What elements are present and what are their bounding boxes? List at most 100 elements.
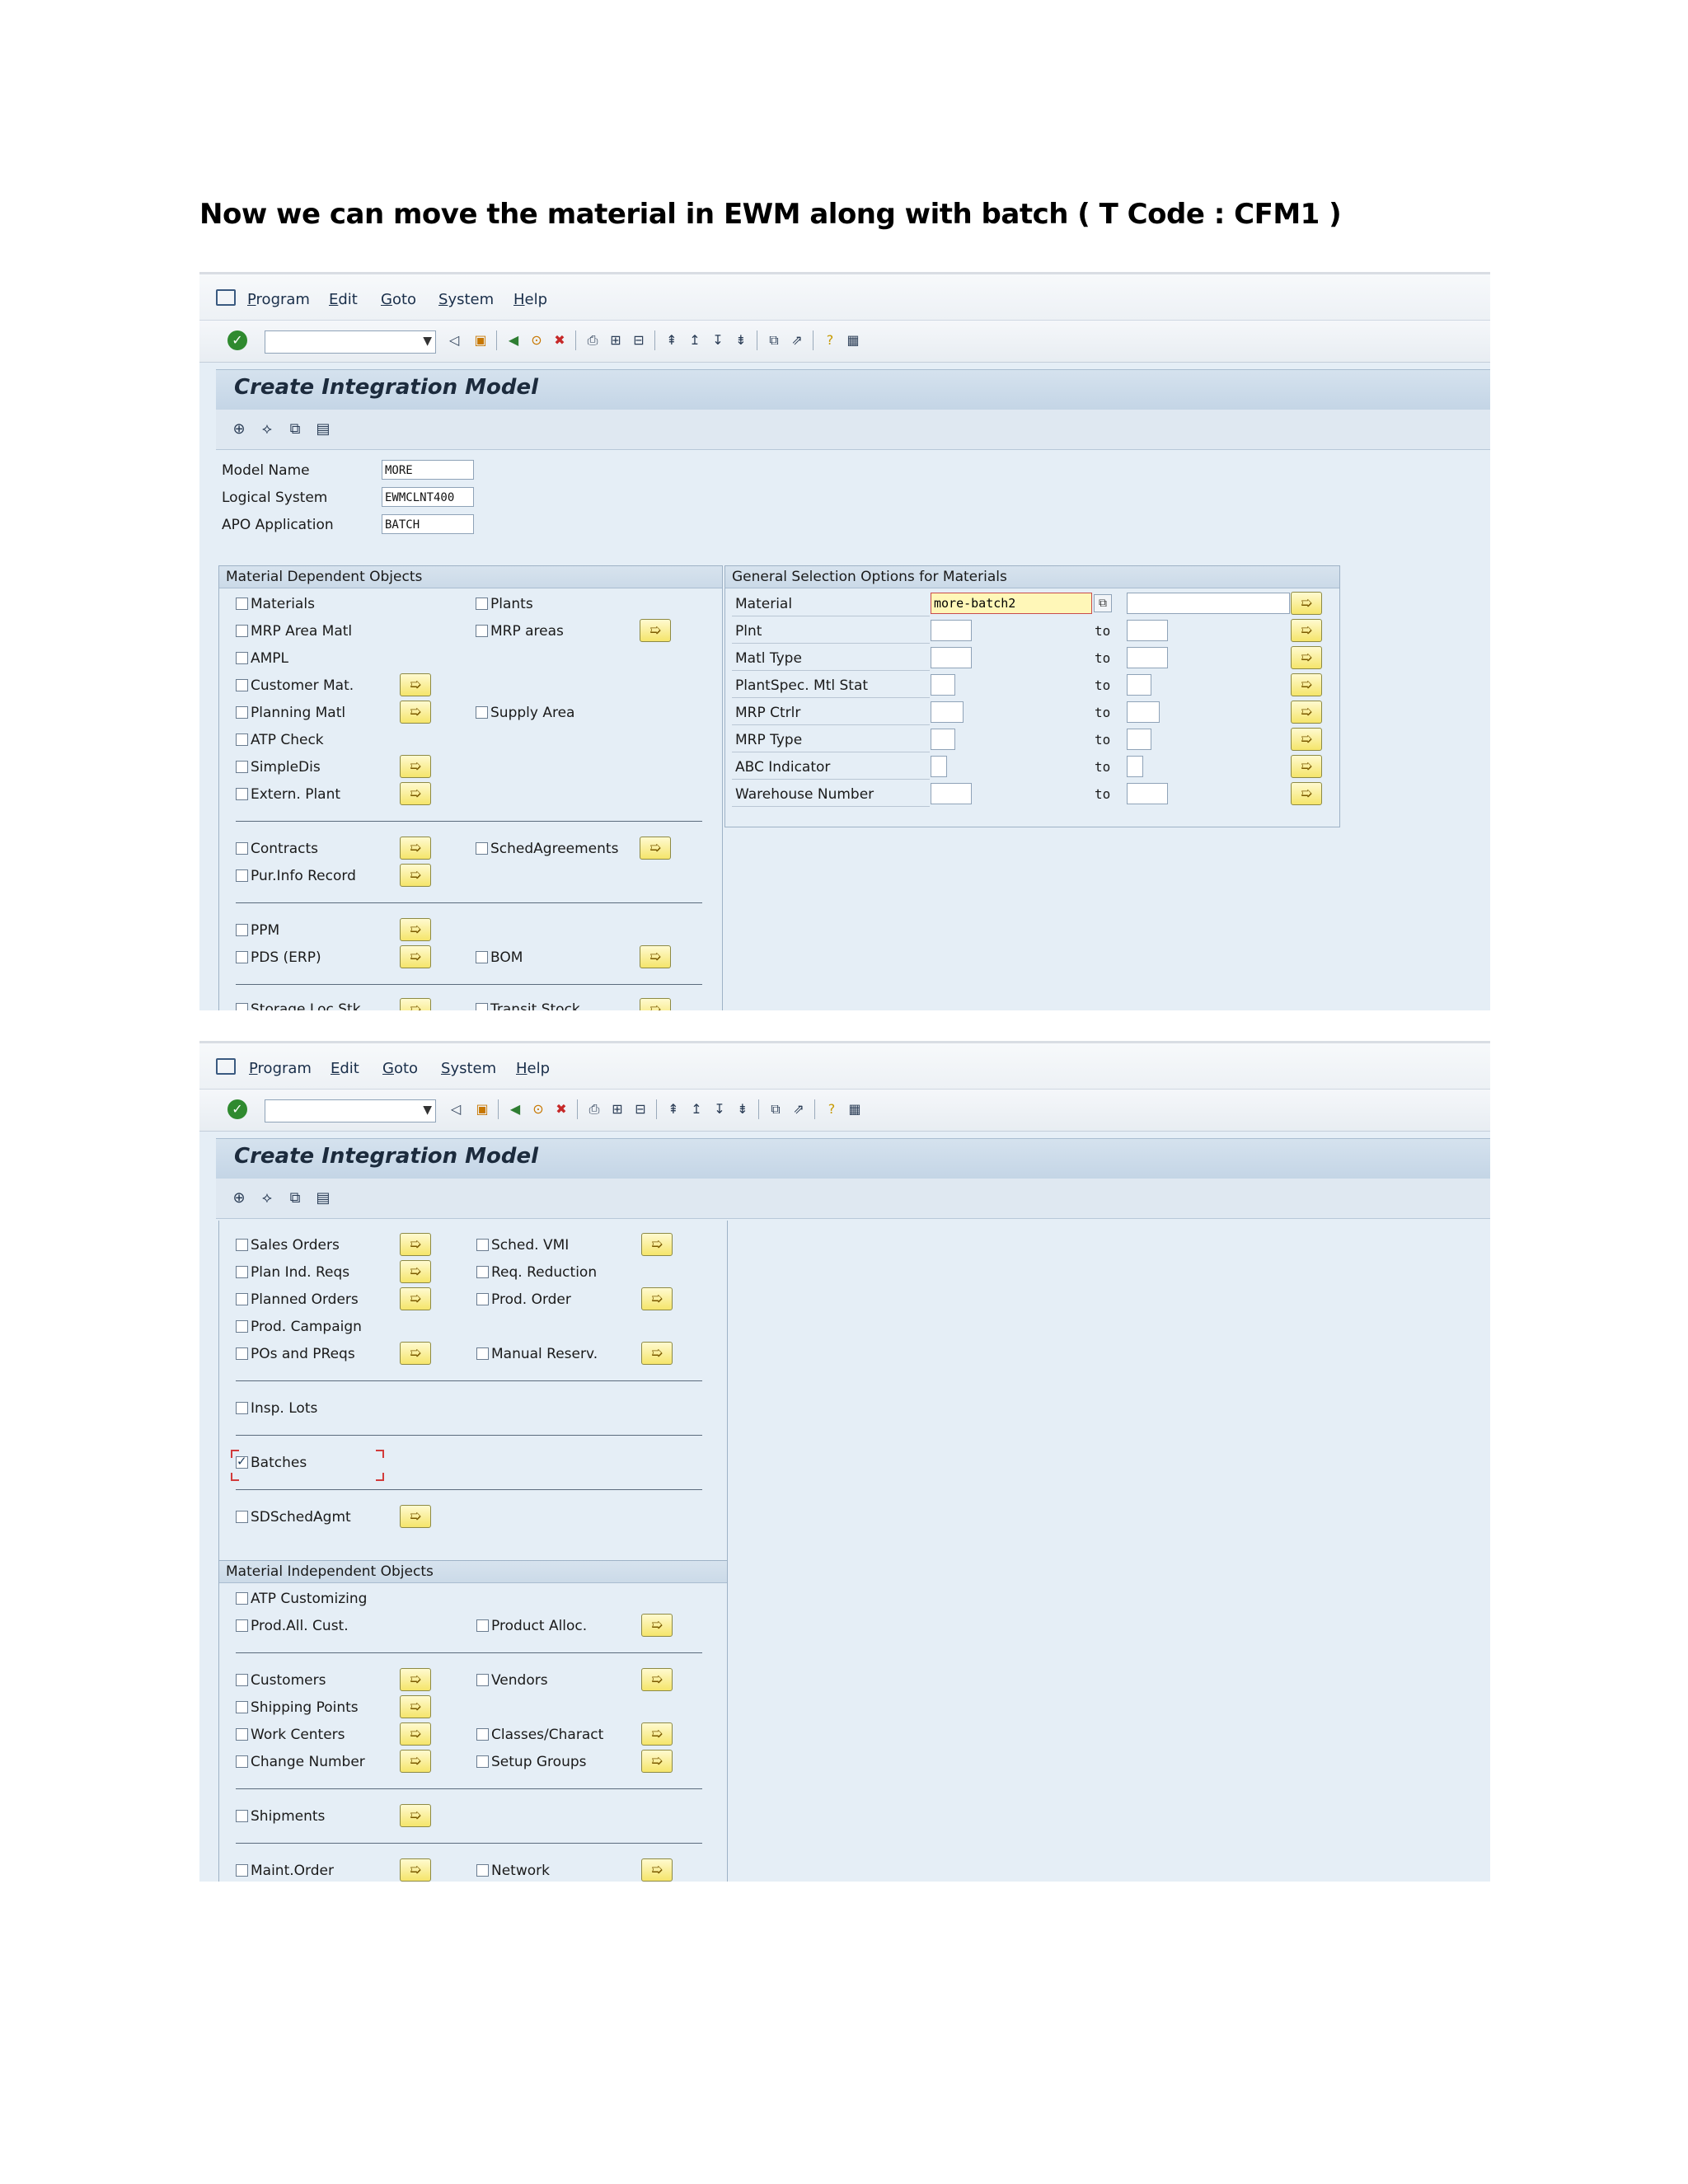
apo-application-input[interactable]: BATCH bbox=[382, 514, 474, 534]
mrp-ctrlr-select-button[interactable]: ➯ bbox=[1291, 701, 1322, 724]
work-centers-checkbox[interactable]: Work Centers bbox=[236, 1727, 345, 1743]
enter-check-icon[interactable]: ✓ bbox=[227, 1099, 247, 1119]
mrp-areas-select-button[interactable]: ➯ bbox=[640, 619, 671, 642]
find-next-icon[interactable]: ⊟ bbox=[630, 331, 648, 349]
plnt-to-input[interactable] bbox=[1127, 620, 1168, 641]
transit-stock-select-button[interactable]: ➯ bbox=[640, 998, 671, 1010]
mrp-type-select-button[interactable]: ➯ bbox=[1291, 728, 1322, 751]
shipments-select-button[interactable]: ➯ bbox=[400, 1804, 431, 1827]
insp-lots-checkbox[interactable]: Insp. Lots bbox=[236, 1400, 317, 1417]
maint-order-checkbox[interactable]: Maint.Order bbox=[236, 1863, 334, 1879]
pds-erp-select-button[interactable]: ➯ bbox=[400, 945, 431, 968]
pur-info-record-select-button[interactable]: ➯ bbox=[400, 864, 431, 887]
matl-type-from-input[interactable] bbox=[931, 647, 972, 668]
find-icon[interactable]: ⊞ bbox=[607, 331, 625, 349]
menu-program[interactable]: Program bbox=[249, 1060, 312, 1077]
menu-goto[interactable]: Goto bbox=[381, 291, 416, 308]
shipping-points-select-button[interactable]: ➯ bbox=[400, 1695, 431, 1718]
menu-system[interactable]: System bbox=[438, 291, 494, 308]
menu-goto[interactable]: Goto bbox=[382, 1060, 418, 1077]
chevron-down-icon[interactable]: ▼ bbox=[423, 1104, 432, 1117]
shipping-points-checkbox[interactable]: Shipping Points bbox=[236, 1699, 359, 1716]
sdschedagmt-checkbox[interactable]: SDSchedAgmt bbox=[236, 1509, 351, 1526]
enter-check-icon[interactable]: ✓ bbox=[227, 330, 247, 350]
customer-mat-checkbox[interactable]: Customer Mat. bbox=[236, 677, 354, 694]
mrp-ctrlr-from-input[interactable] bbox=[931, 701, 964, 723]
planned-orders-checkbox[interactable]: Planned Orders bbox=[236, 1291, 359, 1308]
schedagreements-select-button[interactable]: ➯ bbox=[640, 837, 671, 860]
plantspec-mtl-stat-to-input[interactable] bbox=[1127, 674, 1151, 696]
multiple-selection-icon[interactable]: ⧉ bbox=[1094, 594, 1112, 612]
execute-icon[interactable]: ⊕ bbox=[229, 419, 249, 439]
plan-ind-reqs-select-button[interactable]: ➯ bbox=[400, 1260, 431, 1283]
back-small-icon[interactable]: ◁ bbox=[447, 1100, 465, 1118]
back-small-icon[interactable]: ◁ bbox=[445, 331, 463, 349]
batches-checkbox[interactable]: Batches bbox=[236, 1454, 307, 1471]
copy-icon[interactable]: ⧉ bbox=[285, 1188, 305, 1208]
change-number-checkbox[interactable]: Change Number bbox=[236, 1754, 365, 1770]
extern-plant-select-button[interactable]: ➯ bbox=[400, 782, 431, 805]
req-reduction-checkbox[interactable]: Req. Reduction bbox=[476, 1264, 597, 1281]
cancel-icon[interactable]: ✖ bbox=[551, 331, 569, 349]
sales-orders-select-button[interactable]: ➯ bbox=[400, 1233, 431, 1256]
variant-icon[interactable]: ⟡ bbox=[257, 1188, 277, 1208]
menu-help[interactable]: Help bbox=[513, 291, 547, 308]
copy-icon[interactable]: ⧉ bbox=[285, 419, 305, 439]
menu-program[interactable]: Program bbox=[247, 291, 310, 308]
mrp-area-matl-checkbox[interactable]: MRP Area Matl bbox=[236, 623, 352, 640]
pos-and-preqs-checkbox[interactable]: POs and PReqs bbox=[236, 1346, 355, 1362]
network-select-button[interactable]: ➯ bbox=[641, 1858, 673, 1882]
plants-checkbox[interactable]: Plants bbox=[476, 596, 533, 612]
simpledis-checkbox[interactable]: SimpleDis bbox=[236, 759, 321, 776]
supply-area-checkbox[interactable]: Supply Area bbox=[476, 705, 574, 721]
plnt-from-input[interactable] bbox=[931, 620, 972, 641]
contracts-select-button[interactable]: ➯ bbox=[400, 837, 431, 860]
command-field[interactable]: ▼ bbox=[265, 1099, 436, 1122]
network-checkbox[interactable]: Network bbox=[476, 1863, 550, 1879]
pds-erp-checkbox[interactable]: PDS (ERP) bbox=[236, 949, 321, 966]
abc-indicator-from-input[interactable] bbox=[931, 756, 947, 777]
print-icon[interactable]: ⎙ bbox=[585, 1100, 603, 1118]
manual-reserv-checkbox[interactable]: Manual Reserv. bbox=[476, 1346, 598, 1362]
prod-all-cust-checkbox[interactable]: Prod.All. Cust. bbox=[236, 1618, 349, 1634]
planning-matl-select-button[interactable]: ➯ bbox=[400, 701, 431, 724]
command-field[interactable]: ▼ bbox=[265, 330, 436, 354]
save-variant-icon[interactable]: ▤ bbox=[313, 1188, 333, 1208]
classes-charact-checkbox[interactable]: Classes/Charact bbox=[476, 1727, 603, 1743]
prod-order-select-button[interactable]: ➯ bbox=[641, 1287, 673, 1310]
product-alloc-checkbox[interactable]: Product Alloc. bbox=[476, 1618, 587, 1634]
first-page-icon[interactable]: ⇞ bbox=[664, 1100, 682, 1118]
help-icon[interactable]: ? bbox=[821, 331, 839, 349]
setup-groups-select-button[interactable]: ➯ bbox=[641, 1750, 673, 1773]
ampl-checkbox[interactable]: AMPL bbox=[236, 650, 288, 667]
print-icon[interactable]: ⎙ bbox=[584, 331, 602, 349]
prod-campaign-checkbox[interactable]: Prod. Campaign bbox=[236, 1319, 362, 1335]
exit-icon[interactable]: ⊙ bbox=[529, 1100, 547, 1118]
plantspec-mtl-stat-from-input[interactable] bbox=[931, 674, 955, 696]
help-icon[interactable]: ? bbox=[823, 1100, 841, 1118]
save-icon[interactable]: ▣ bbox=[473, 1100, 491, 1118]
execute-icon[interactable]: ⊕ bbox=[229, 1188, 249, 1208]
pur-info-record-checkbox[interactable]: Pur.Info Record bbox=[236, 868, 356, 884]
transit-stock-checkbox[interactable]: Transit Stock bbox=[476, 1001, 580, 1010]
customers-select-button[interactable]: ➯ bbox=[400, 1668, 431, 1691]
plantspec-mtl-stat-select-button[interactable]: ➯ bbox=[1291, 673, 1322, 696]
abc-indicator-to-input[interactable] bbox=[1127, 756, 1143, 777]
warehouse-number-from-input[interactable] bbox=[931, 783, 972, 804]
planning-matl-checkbox[interactable]: Planning Matl bbox=[236, 705, 345, 721]
ppm-checkbox[interactable]: PPM bbox=[236, 922, 279, 939]
plnt-select-button[interactable]: ➯ bbox=[1291, 619, 1322, 642]
sched-vmi-select-button[interactable]: ➯ bbox=[641, 1233, 673, 1256]
product-alloc-select-button[interactable]: ➯ bbox=[641, 1614, 673, 1637]
menu-window-icon[interactable] bbox=[216, 1058, 236, 1075]
chevron-down-icon[interactable]: ▼ bbox=[423, 335, 432, 348]
pos-and-preqs-select-button[interactable]: ➯ bbox=[400, 1342, 431, 1365]
plan-ind-reqs-checkbox[interactable]: Plan Ind. Reqs bbox=[236, 1264, 349, 1281]
matl-type-to-input[interactable] bbox=[1127, 647, 1168, 668]
layout-icon[interactable]: ▦ bbox=[844, 331, 862, 349]
menu-help[interactable]: Help bbox=[516, 1060, 550, 1077]
last-page-icon[interactable]: ⇟ bbox=[734, 1100, 752, 1118]
variant-icon[interactable]: ⟡ bbox=[257, 419, 277, 439]
warehouse-number-select-button[interactable]: ➯ bbox=[1291, 782, 1322, 805]
menu-window-icon[interactable] bbox=[216, 289, 236, 306]
